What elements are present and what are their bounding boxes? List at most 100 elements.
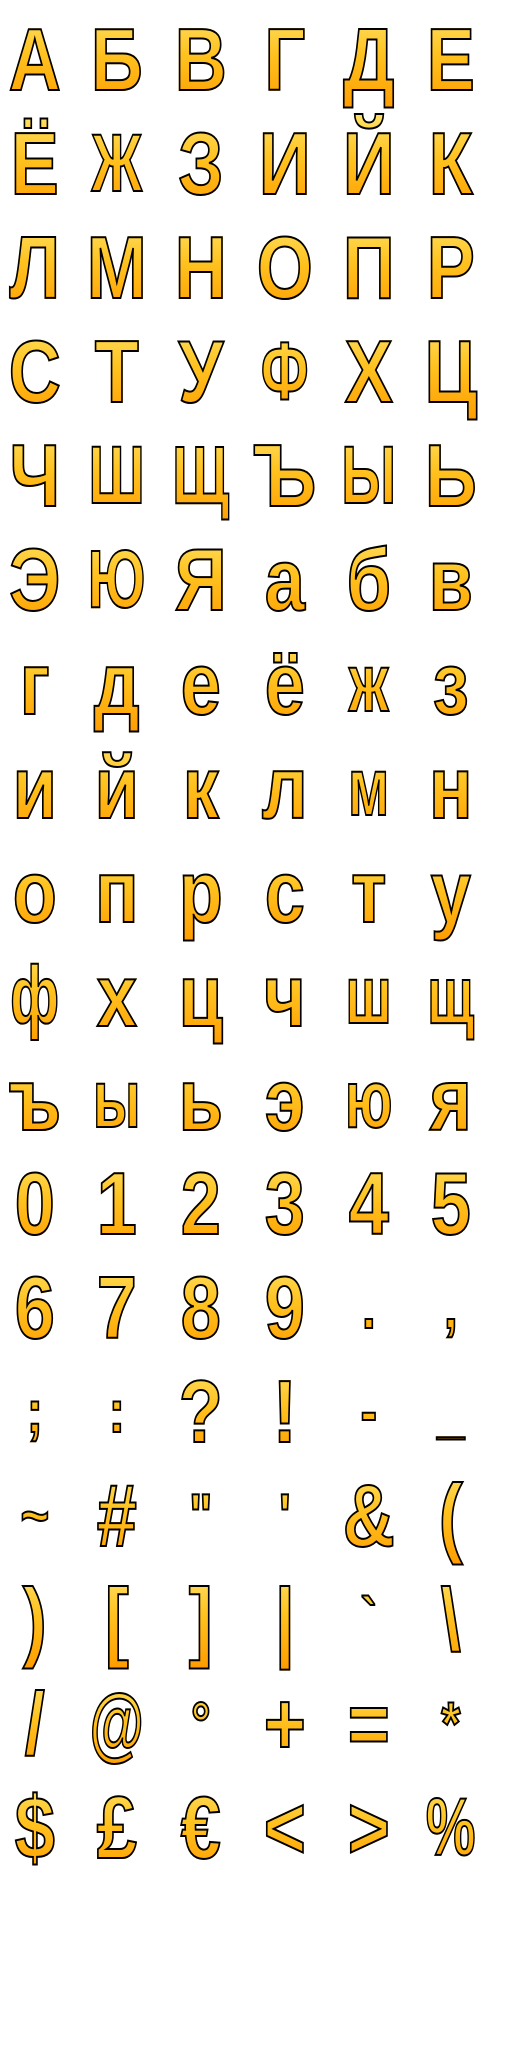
glyph-cell: ` <box>334 1568 403 1672</box>
glyph-cell: И <box>250 112 319 216</box>
glyph-sheet: АБВГДЕЁЖЗИЙКЛМНОПРСТУФХЦЧШЩЪЫЬЭЮЯабвгдеё… <box>0 0 512 2048</box>
glyph-cell: П <box>334 216 403 320</box>
glyph-cell: Я <box>166 528 235 632</box>
glyph-cell: и <box>0 736 68 840</box>
glyph-cell: - <box>334 1360 403 1464</box>
glyph-cell: т <box>334 840 403 944</box>
glyph-cell: е <box>166 632 235 736</box>
glyph-row: ЁЖЗИЙК <box>0 112 512 216</box>
glyph-cell: э <box>250 1048 319 1152</box>
glyph-cell: _ <box>416 1360 485 1464</box>
glyph-cell: , <box>416 1256 485 1360</box>
glyph-cell: б <box>334 528 403 632</box>
glyph-row: фхцчшщ <box>0 944 512 1048</box>
glyph-cell: Ю <box>87 528 146 632</box>
glyph-row: АБВГДЕ <box>0 8 512 112</box>
glyph-cell: & <box>334 1464 403 1568</box>
glyph-cell: Ж <box>87 112 144 216</box>
glyph-cell: | <box>250 1568 319 1672</box>
glyph-cell: ' <box>250 1464 319 1568</box>
glyph-cell: Ш <box>87 424 145 528</box>
glyph-cell: $ <box>0 1776 68 1880</box>
glyph-cell: / <box>0 1672 68 1776</box>
glyph-cell: о <box>0 840 68 944</box>
glyph-cell: д <box>82 632 151 736</box>
glyph-cell: 6 <box>0 1256 68 1360</box>
glyph-row: ЛМНОПР <box>0 216 512 320</box>
glyph-cell: х <box>82 944 151 1048</box>
glyph-cell: = <box>334 1672 403 1776</box>
glyph-row: 6789., <box>0 1256 512 1360</box>
glyph-cell: я <box>416 1048 485 1152</box>
glyph-row: ~ # " ' &( <box>0 1464 512 1568</box>
glyph-cell: З <box>166 112 235 216</box>
glyph-cell: а <box>250 528 319 632</box>
glyph-cell: + <box>250 1672 319 1776</box>
glyph-cell: Б <box>82 8 151 112</box>
glyph-cell: ] <box>166 1568 235 1672</box>
glyph-cell: Г <box>250 8 319 112</box>
glyph-cell: Е <box>416 8 485 112</box>
glyph-cell: ч <box>250 944 319 1048</box>
glyph-cell: у <box>416 840 485 944</box>
glyph-cell: @ <box>87 1672 145 1776</box>
glyph-cell: € <box>166 1776 235 1880</box>
glyph-cell: Л <box>0 216 68 320</box>
glyph-cell: ж <box>339 632 396 736</box>
glyph-row: СТУФХЦ <box>0 320 512 424</box>
glyph-cell: > <box>334 1776 403 1880</box>
glyph-cell: Ф <box>255 320 312 424</box>
glyph-cell: ! <box>250 1360 319 1464</box>
glyph-cell: 4 <box>334 1152 403 1256</box>
glyph-cell: 5 <box>416 1152 485 1256</box>
glyph-cell: 8 <box>166 1256 235 1360</box>
glyph-cell: Д <box>334 8 403 112</box>
glyph-cell: Ё <box>0 112 68 216</box>
glyph-cell: К <box>416 112 485 216</box>
glyph-cell: 1 <box>82 1152 151 1256</box>
glyph-row: ЧШЩЪЫЬ <box>0 424 512 528</box>
glyph-cell: А <box>0 8 68 112</box>
glyph-cell: 2 <box>166 1152 235 1256</box>
glyph-cell: в <box>416 528 485 632</box>
glyph-cell: Щ <box>171 424 230 528</box>
glyph-cell: ш <box>339 944 396 1048</box>
glyph-cell: % <box>421 1776 478 1880</box>
glyph-row: 012345 <box>0 1152 512 1256</box>
glyph-cell: 0 <box>0 1152 68 1256</box>
glyph-row: )[] | ` \ <box>0 1568 512 1672</box>
glyph-cell: щ <box>421 944 478 1048</box>
glyph-cell: ё <box>250 632 319 736</box>
glyph-cell: £ <box>82 1776 151 1880</box>
glyph-cell: " <box>166 1464 235 1568</box>
glyph-cell: ю <box>339 1048 396 1152</box>
glyph-cell: ) <box>0 1568 68 1672</box>
glyph-cell: Ы <box>339 424 397 528</box>
glyph-cell: Н <box>166 216 235 320</box>
glyph-cell: н <box>416 736 485 840</box>
glyph-cell: к <box>166 736 235 840</box>
glyph-row: гдеёжз <box>0 632 512 736</box>
glyph-cell: Й <box>334 112 403 216</box>
glyph-cell: В <box>166 8 235 112</box>
glyph-cell: л <box>250 736 319 840</box>
glyph-cell: ? <box>166 1360 235 1464</box>
glyph-cell: Ц <box>416 320 485 424</box>
glyph-cell: Э <box>0 528 68 632</box>
glyph-cell: з <box>416 632 485 736</box>
glyph-cell: ь <box>166 1048 235 1152</box>
glyph-row: $ £ € < >% <box>0 1776 512 1880</box>
glyph-cell: : <box>82 1360 151 1464</box>
glyph-cell: п <box>82 840 151 944</box>
glyph-cell: ° <box>166 1672 235 1776</box>
glyph-row: ийклмн <box>0 736 512 840</box>
glyph-cell: < <box>250 1776 319 1880</box>
glyph-cell: ъ <box>0 1048 68 1152</box>
glyph-cell: * <box>416 1672 485 1776</box>
glyph-cell: \ <box>416 1568 485 1672</box>
glyph-cell: Т <box>82 320 151 424</box>
glyph-cell: Р <box>416 216 485 320</box>
glyph-cell: с <box>250 840 319 944</box>
glyph-cell: ; <box>0 1360 68 1464</box>
glyph-row: ъыьэюя <box>0 1048 512 1152</box>
